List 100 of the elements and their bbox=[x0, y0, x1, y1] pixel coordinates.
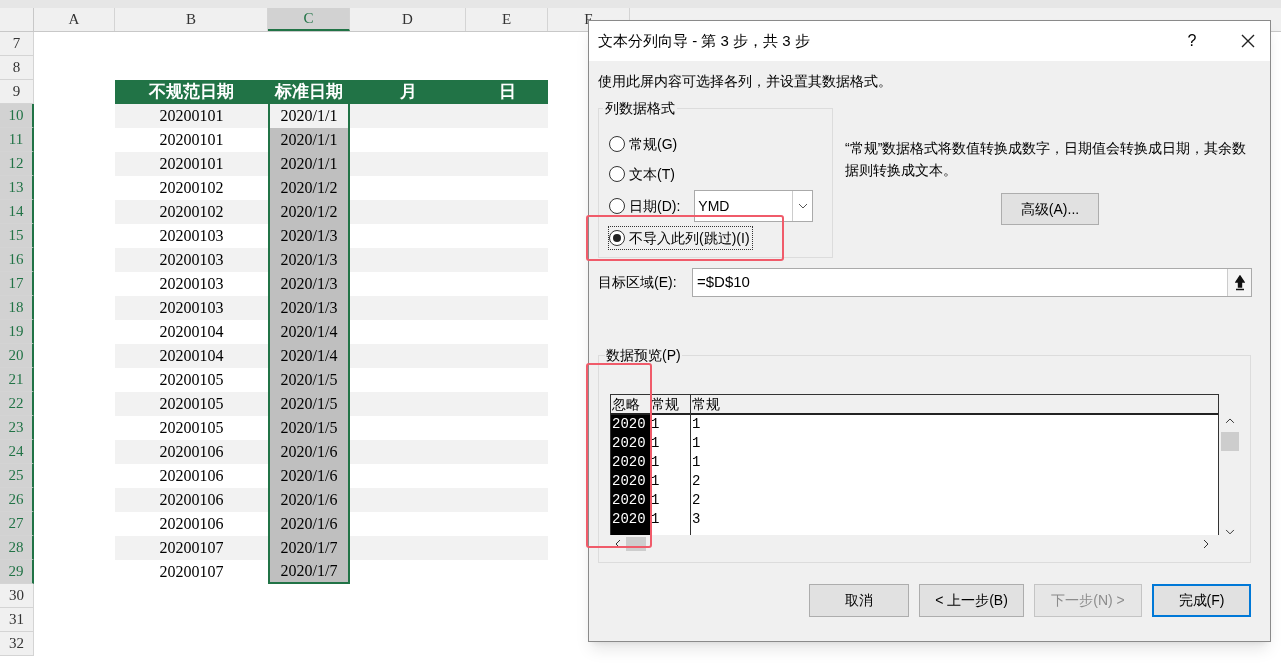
row-header[interactable]: 17 bbox=[0, 272, 34, 296]
table-cell: 2020/1/5 bbox=[268, 368, 350, 392]
description-text: “常规”数据格式将数值转换成数字，日期值会转换成日期，其余数据则转换成文本。 bbox=[845, 139, 1248, 180]
row-header[interactable]: 13 bbox=[0, 176, 34, 200]
radio-option[interactable]: 日期(D): bbox=[609, 195, 681, 217]
table-cell: 2020/1/4 bbox=[268, 344, 350, 368]
column-header[interactable]: E bbox=[466, 8, 548, 31]
header-cell-text: 不规范日期 bbox=[148, 81, 235, 104]
table-cell: 20200105 bbox=[115, 392, 268, 416]
table-cell: 2020/1/3 bbox=[268, 224, 350, 248]
help-button[interactable]: ? bbox=[1172, 29, 1212, 53]
row-header[interactable]: 21 bbox=[0, 368, 34, 392]
table-cell: 2020/1/6 bbox=[268, 488, 350, 512]
header-cell-text: 月 bbox=[398, 81, 418, 104]
preview-cell-text: 2020 bbox=[611, 453, 647, 472]
table-cell: 20200101 bbox=[115, 152, 268, 176]
column-header[interactable]: A bbox=[34, 8, 115, 31]
row-header[interactable]: 25 bbox=[0, 464, 34, 488]
preview-cell-text: 2020 bbox=[611, 491, 647, 510]
row-header[interactable]: 9 bbox=[0, 80, 34, 104]
preview-cell-text: 1 bbox=[691, 434, 702, 453]
table-cell: 2020/1/5 bbox=[268, 416, 350, 440]
radio-option[interactable]: 不导入此列(跳过)(I) bbox=[609, 227, 752, 249]
table-cell: 2020/1/1 bbox=[268, 104, 350, 128]
header-cell-text: 标准日期 bbox=[273, 81, 344, 104]
table-cell: 2020/1/2 bbox=[268, 200, 350, 224]
advanced-button[interactable]: 高级(A)... bbox=[1001, 193, 1099, 225]
collapse-dialog-icon bbox=[1234, 274, 1245, 291]
chevron-down-icon[interactable] bbox=[1225, 529, 1235, 535]
row-header[interactable]: 7 bbox=[0, 32, 34, 56]
table-cell: 2020/1/1 bbox=[268, 128, 350, 152]
table-cell: 2020/1/7 bbox=[268, 560, 350, 584]
preview-column-header[interactable]: 常规 bbox=[650, 395, 690, 415]
row-header[interactable]: 10 bbox=[0, 104, 34, 128]
table-cell: 2020/1/3 bbox=[268, 272, 350, 296]
row-header[interactable]: 15 bbox=[0, 224, 34, 248]
dialog-button[interactable]: 完成(F) bbox=[1152, 584, 1251, 617]
table-cell: 2020/1/6 bbox=[268, 512, 350, 536]
preview-cell-text: 3 bbox=[691, 510, 702, 529]
table-cell: 20200103 bbox=[115, 248, 268, 272]
close-icon bbox=[1240, 33, 1256, 49]
row-header[interactable]: 32 bbox=[0, 632, 34, 656]
row-header[interactable]: 23 bbox=[0, 416, 34, 440]
dialog-button[interactable]: 取消 bbox=[809, 584, 909, 617]
preview-cell-text: 2020 bbox=[611, 434, 647, 453]
column-header[interactable]: C bbox=[268, 8, 350, 31]
scroll-thumb[interactable] bbox=[1221, 431, 1239, 452]
preview-cell-text: 2020 bbox=[611, 415, 647, 434]
table-cell: 20200106 bbox=[115, 488, 268, 512]
chevron-left-icon[interactable] bbox=[615, 539, 621, 549]
row-header[interactable]: 8 bbox=[0, 56, 34, 80]
preview-cell-text: 1 bbox=[650, 415, 661, 434]
chevron-right-icon[interactable] bbox=[1203, 539, 1209, 549]
preview-cell-text: 1 bbox=[691, 415, 702, 434]
preview-cell-text: 1 bbox=[691, 453, 702, 472]
row-header[interactable]: 24 bbox=[0, 440, 34, 464]
preview-cell-text: 2 bbox=[691, 491, 702, 510]
row-header[interactable]: 31 bbox=[0, 608, 34, 632]
table-cell: 2020/1/6 bbox=[268, 440, 350, 464]
table-cell: 2020/1/1 bbox=[268, 152, 350, 176]
radio-option[interactable]: 常规(G) bbox=[609, 133, 678, 155]
table-cell: 2020/1/5 bbox=[268, 392, 350, 416]
group-title: 数据预览(P) bbox=[605, 345, 682, 366]
table-cell: 20200101 bbox=[115, 104, 268, 128]
row-header[interactable]: 14 bbox=[0, 200, 34, 224]
field-label: 目标区域(E): bbox=[598, 273, 678, 292]
preview-cell-text: 1 bbox=[650, 434, 661, 453]
window-title: 文本分列向导 - 第 3 步，共 3 步 bbox=[598, 30, 811, 51]
row-header[interactable]: 18 bbox=[0, 296, 34, 320]
row-header[interactable]: 11 bbox=[0, 128, 34, 152]
row-header[interactable]: 27 bbox=[0, 512, 34, 536]
preview-cell-text: 2020 bbox=[611, 472, 647, 491]
chevron-down-icon bbox=[797, 203, 808, 209]
table-cell: 2020/1/3 bbox=[268, 296, 350, 320]
preview-column-header[interactable]: 常规 bbox=[691, 395, 1218, 415]
row-header[interactable]: 22 bbox=[0, 392, 34, 416]
column-header[interactable]: D bbox=[350, 8, 466, 31]
table-cell: 20200102 bbox=[115, 200, 268, 224]
preview-cell-text: 2 bbox=[691, 472, 702, 491]
table-cell: 2020/1/4 bbox=[268, 320, 350, 344]
destination-field[interactable]: =$D$10 bbox=[692, 268, 1252, 297]
row-header[interactable]: 29 bbox=[0, 560, 34, 584]
date-format-dropdown[interactable]: YMD bbox=[694, 190, 814, 222]
chevron-up-icon[interactable] bbox=[1225, 418, 1235, 424]
row-header[interactable]: 19 bbox=[0, 320, 34, 344]
row-header[interactable]: 16 bbox=[0, 248, 34, 272]
table-cell: 2020/1/7 bbox=[268, 536, 350, 560]
preview-cell-text: 1 bbox=[650, 510, 661, 529]
row-header[interactable]: 30 bbox=[0, 584, 34, 608]
preview-cell-text: 1 bbox=[650, 472, 661, 491]
dialog-button[interactable]: < 上一步(B) bbox=[919, 584, 1024, 617]
row-header[interactable]: 28 bbox=[0, 536, 34, 560]
table-cell: 20200106 bbox=[115, 440, 268, 464]
preview-column[interactable]: 2020 2020 2020 2020 2020 2020 bbox=[611, 415, 650, 535]
preview-cell-text: 2020 bbox=[611, 510, 647, 529]
preview-column-header[interactable]: 忽略 bbox=[611, 395, 650, 415]
row-header[interactable]: 12 bbox=[0, 152, 34, 176]
radio-option[interactable]: 文本(T) bbox=[609, 163, 675, 185]
row-header[interactable]: 26 bbox=[0, 488, 34, 512]
row-header[interactable]: 20 bbox=[0, 344, 34, 368]
